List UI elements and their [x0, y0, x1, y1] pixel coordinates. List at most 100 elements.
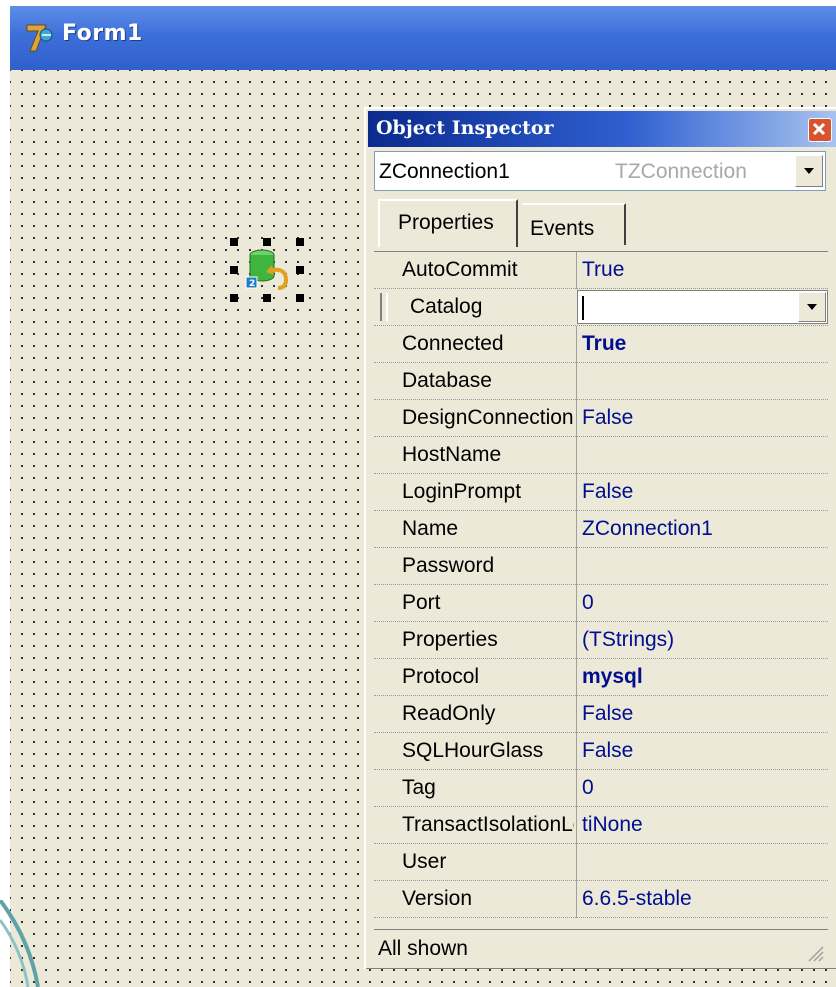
property-row-version[interactable]: Version 6.6.5-stable: [374, 881, 828, 918]
property-name: TransactIsolationLevel: [402, 813, 574, 836]
property-row-hostname[interactable]: HostName: [374, 437, 828, 474]
property-value[interactable]: False: [582, 702, 633, 726]
inspector-tabs: Properties Events: [374, 199, 826, 247]
property-row-catalog[interactable]: Catalog: [374, 289, 828, 326]
close-icon[interactable]: [808, 118, 832, 142]
column-divider: [576, 770, 577, 807]
inspector-status-bar: All shown: [374, 929, 828, 966]
selection-marker: [380, 293, 388, 321]
property-row-database[interactable]: Database: [374, 363, 828, 400]
property-name: AutoCommit: [402, 258, 518, 281]
text-caret: [582, 296, 584, 320]
property-row-name[interactable]: Name ZConnection1: [374, 511, 828, 548]
property-name: ReadOnly: [402, 702, 496, 725]
tab-events[interactable]: Events: [522, 203, 626, 245]
property-value[interactable]: ZConnection1: [582, 517, 713, 541]
selection-handle[interactable]: [230, 238, 238, 246]
selection-handle[interactable]: [296, 294, 304, 302]
property-name: DesignConnection: [402, 406, 574, 429]
property-row-protocol[interactable]: Protocol mysql: [374, 659, 828, 696]
property-row-loginprompt[interactable]: LoginPrompt False: [374, 474, 828, 511]
property-name: Tag: [402, 776, 436, 799]
column-divider: [576, 733, 577, 770]
selection-handle[interactable]: [230, 294, 238, 302]
property-name: User: [402, 850, 447, 873]
form-title: Form1: [62, 21, 143, 46]
column-divider: [576, 326, 577, 363]
column-divider: [576, 585, 577, 622]
property-row-transactisolationlevel[interactable]: TransactIsolationLevel tiNone: [374, 807, 828, 844]
property-grid: AutoCommit True Catalog Connected True D…: [374, 251, 828, 926]
property-name: Password: [402, 554, 495, 577]
column-divider: [576, 548, 577, 585]
property-name: HostName: [402, 443, 502, 466]
delphi-app-icon: [26, 24, 53, 52]
object-inspector: Object Inspector ZConnection1 TZConnecti…: [364, 107, 836, 969]
property-value[interactable]: (TStrings): [582, 628, 674, 652]
property-value[interactable]: 0: [582, 776, 594, 800]
property-value[interactable]: 0: [582, 591, 594, 615]
column-divider: [576, 363, 577, 400]
selection-handle[interactable]: [263, 294, 271, 302]
property-row-user[interactable]: User: [374, 844, 828, 881]
property-row-designconnection[interactable]: DesignConnection False: [374, 400, 828, 437]
svg-text:2: 2: [249, 279, 255, 289]
chevron-down-icon[interactable]: [798, 292, 826, 322]
property-row-readonly[interactable]: ReadOnly False: [374, 696, 828, 733]
resize-grip-icon[interactable]: [804, 942, 824, 962]
property-value[interactable]: tiNone: [582, 813, 643, 837]
column-divider: [576, 474, 577, 511]
property-name: Catalog: [410, 295, 483, 318]
property-row-properties[interactable]: Properties (TStrings): [374, 622, 828, 659]
property-name: Connected: [402, 332, 504, 355]
column-divider: [576, 807, 577, 844]
property-value[interactable]: True: [582, 258, 624, 282]
selection-handle[interactable]: [263, 238, 271, 246]
inspector-titlebar[interactable]: Object Inspector: [368, 111, 836, 147]
property-name: SQLHourGlass: [402, 739, 544, 762]
selection-handle[interactable]: [230, 266, 238, 274]
column-divider: [576, 437, 577, 474]
chevron-down-icon[interactable]: [795, 155, 823, 187]
selected-component-type: TZConnection: [615, 160, 747, 183]
column-divider: [576, 659, 577, 696]
decorative-swoosh: [0, 900, 40, 987]
property-row-tag[interactable]: Tag 0: [374, 770, 828, 807]
property-row-password[interactable]: Password: [374, 548, 828, 585]
column-divider: [576, 252, 577, 289]
property-name: Port: [402, 591, 441, 614]
property-row-sqlhourglass[interactable]: SQLHourGlass False: [374, 733, 828, 770]
column-divider: [576, 622, 577, 659]
property-value[interactable]: False: [582, 480, 633, 504]
property-row-autocommit[interactable]: AutoCommit True: [374, 252, 828, 289]
property-name: LoginPrompt: [402, 480, 522, 503]
property-value[interactable]: mysql: [582, 665, 643, 689]
column-divider: [576, 696, 577, 733]
column-divider: [576, 844, 577, 881]
tab-properties[interactable]: Properties: [378, 199, 518, 247]
property-value[interactable]: False: [582, 406, 633, 430]
property-name: Database: [402, 369, 492, 392]
selected-component-name: ZConnection1: [379, 160, 510, 183]
property-value[interactable]: True: [582, 332, 626, 356]
property-name: Name: [402, 517, 459, 540]
column-divider: [576, 881, 577, 918]
property-name: Version: [402, 887, 473, 910]
property-row-connected[interactable]: Connected True: [374, 326, 828, 363]
selection-handle[interactable]: [296, 266, 304, 274]
column-divider: [576, 400, 577, 437]
selection-handle[interactable]: [296, 238, 304, 246]
zconnection-database-icon: 2: [245, 249, 289, 290]
form-titlebar[interactable]: Form1: [10, 6, 836, 70]
catalog-value-editor[interactable]: [577, 290, 828, 324]
component-selector[interactable]: ZConnection1 TZConnection: [374, 151, 826, 191]
property-row-port[interactable]: Port 0: [374, 585, 828, 622]
zconnection-component[interactable]: 2: [230, 238, 304, 302]
status-text: All shown: [378, 937, 468, 960]
column-divider: [576, 511, 577, 548]
property-value[interactable]: 6.6.5-stable: [582, 887, 692, 911]
property-name: Properties: [402, 628, 498, 651]
property-name: Protocol: [402, 665, 480, 688]
inspector-title: Object Inspector: [376, 117, 554, 139]
property-value[interactable]: False: [582, 739, 633, 763]
